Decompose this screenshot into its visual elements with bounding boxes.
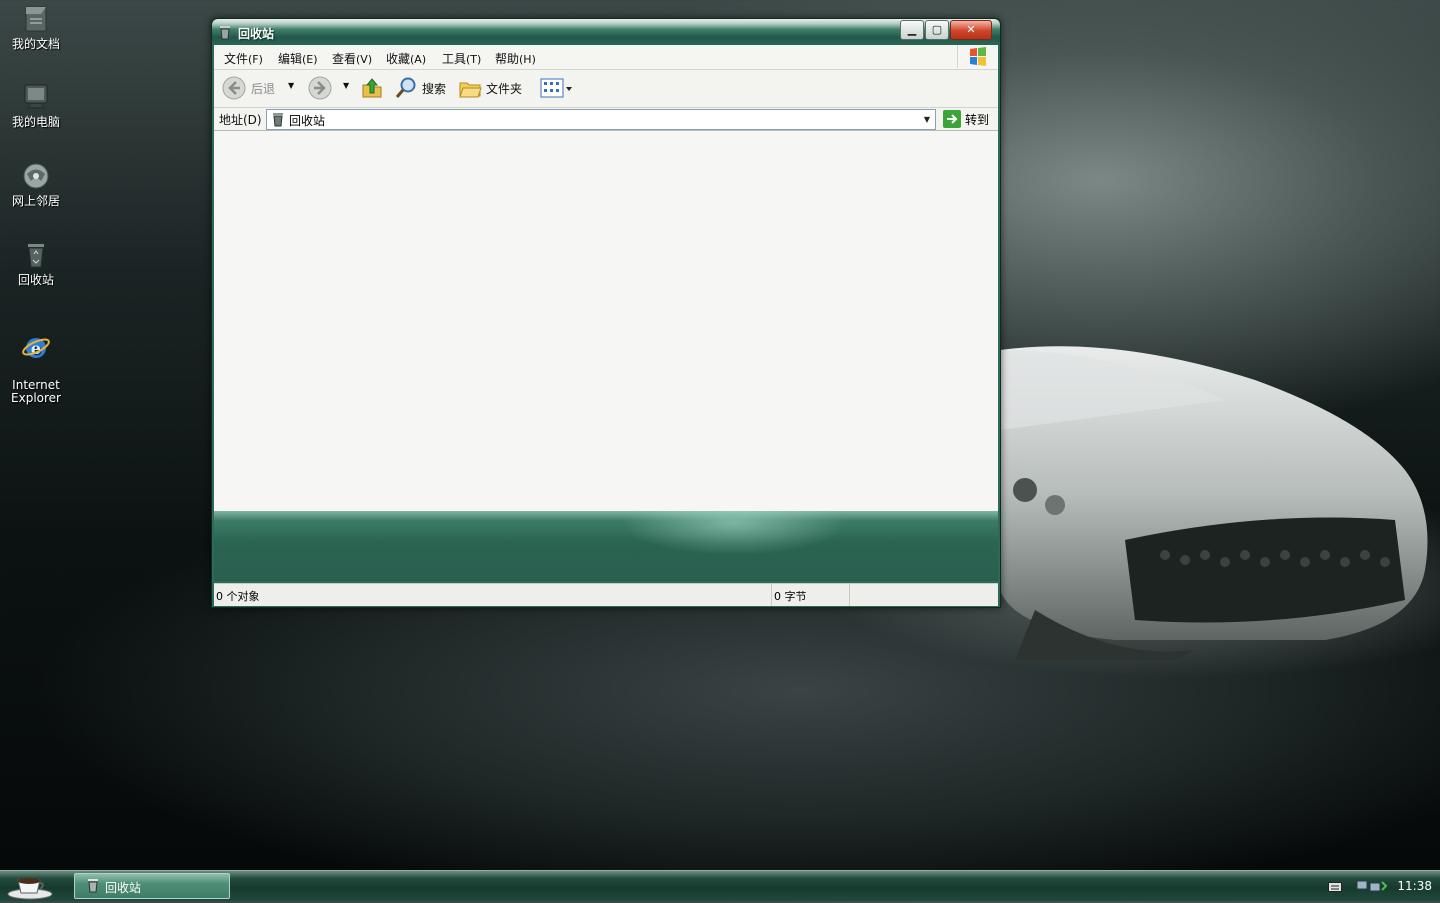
go-button[interactable]: 转到 [941, 109, 995, 129]
taskbar-clock[interactable]: 11:38 [1397, 879, 1432, 893]
desktop-icon-internet-explorer[interactable]: e Internet Explorer [4, 319, 68, 405]
decorative-band [214, 511, 998, 581]
menu-bar: 文件(F) 编辑(E) 查看(V) 收藏(A) 工具(T) 帮助(H) [214, 45, 998, 70]
desktop-icon-recycle-bin[interactable]: 回收站 [4, 240, 68, 287]
coffee-cup-start-icon [7, 878, 53, 900]
address-label: 地址(D) [219, 113, 262, 127]
taskbar: 回收站 11:38 [0, 870, 1440, 901]
address-bar: 地址(D) 回收站 ▼ 转到 [214, 108, 998, 131]
close-button[interactable]: ✕ [950, 20, 992, 40]
my-documents-icon [25, 6, 47, 32]
back-arrow-icon [222, 76, 246, 100]
status-bar: 0 个对象 0 字节 [214, 583, 998, 606]
desktop-icon-my-documents[interactable]: 我的文档 [4, 4, 68, 51]
taskbar-item-recycle-bin[interactable]: 回收站 [74, 873, 230, 899]
up-folder-icon [362, 78, 382, 98]
view-grid-icon [540, 78, 572, 98]
desktop-icon-my-computer[interactable]: 我的电脑 [4, 82, 68, 129]
menu-help[interactable]: 帮助(H) [495, 50, 536, 67]
back-button[interactable]: 后退 [222, 76, 282, 100]
forward-arrow-icon [308, 76, 332, 100]
recycle-bin-icon [88, 879, 98, 893]
status-object-count: 0 个对象 [214, 584, 772, 606]
desktop-icon-label: 回收站 [17, 273, 54, 287]
menu-tools[interactable]: 工具(T) [442, 50, 481, 67]
window-titlebar[interactable]: 回收站 ▁ ▢ ✕ [212, 19, 1000, 45]
status-zone [850, 584, 997, 606]
search-button[interactable]: 搜索 [394, 76, 452, 100]
keyboard-icon[interactable] [1328, 882, 1342, 892]
toolbar: 后退 ▼ ▼ 搜索 文件夹 [214, 70, 998, 108]
maximize-button[interactable]: ▢ [925, 20, 949, 40]
folders-icon [459, 82, 482, 98]
maximize-icon: ▢ [931, 23, 943, 36]
file-list-pane[interactable] [214, 131, 998, 512]
recycle-bin-icon [28, 244, 44, 268]
minimize-icon: ▁ [907, 23, 917, 36]
internet-explorer-icon: e [22, 338, 50, 358]
network-places-icon [23, 163, 49, 189]
address-value: 回收站 [289, 114, 326, 128]
up-folder-button[interactable] [360, 76, 384, 100]
view-mode-button[interactable] [539, 76, 575, 100]
menu-favorites[interactable]: 收藏(A) [386, 50, 426, 67]
window-title: 回收站 [238, 27, 275, 41]
address-dropdown-icon[interactable]: ▼ [919, 110, 935, 129]
wallpaper-car-image [1000, 346, 1428, 660]
menu-edit[interactable]: 编辑(E) [278, 50, 318, 67]
status-size: 0 字节 [772, 584, 850, 606]
windows-logo-icon [957, 45, 998, 68]
folders-button[interactable]: 文件夹 [458, 76, 528, 100]
start-button[interactable] [4, 872, 58, 900]
desktop-icon-label: 网上邻居 [11, 194, 60, 208]
forward-dropdown-icon[interactable]: ▼ [343, 81, 349, 105]
go-arrow-icon [943, 110, 961, 128]
address-input[interactable]: 回收站 ▼ [266, 109, 936, 130]
desktop-icon-label: 我的电脑 [11, 115, 60, 129]
recycle-bin-icon [220, 26, 230, 40]
network-status-icon[interactable] [1356, 878, 1388, 894]
menu-view[interactable]: 查看(V) [332, 50, 372, 67]
system-tray: 11:38 [1320, 871, 1440, 901]
minimize-button[interactable]: ▁ [900, 20, 924, 40]
back-dropdown-icon[interactable]: ▼ [288, 81, 294, 105]
forward-button[interactable] [308, 76, 334, 100]
desktop-icon-label: Internet Explorer [11, 378, 61, 405]
recycle-bin-icon [273, 113, 283, 127]
desktop-icon-network-places[interactable]: 网上邻居 [4, 161, 68, 208]
recycle-bin-window: 回收站 ▁ ▢ ✕ 文件(F) 编辑(E) 查看(V) 收藏(A) 工具(T) … [211, 18, 1001, 608]
close-icon: ✕ [966, 23, 976, 36]
search-icon [395, 77, 416, 98]
desktop-icon-label: 我的文档 [11, 37, 60, 51]
menu-file[interactable]: 文件(F) [224, 50, 263, 67]
my-computer-icon [24, 84, 48, 109]
